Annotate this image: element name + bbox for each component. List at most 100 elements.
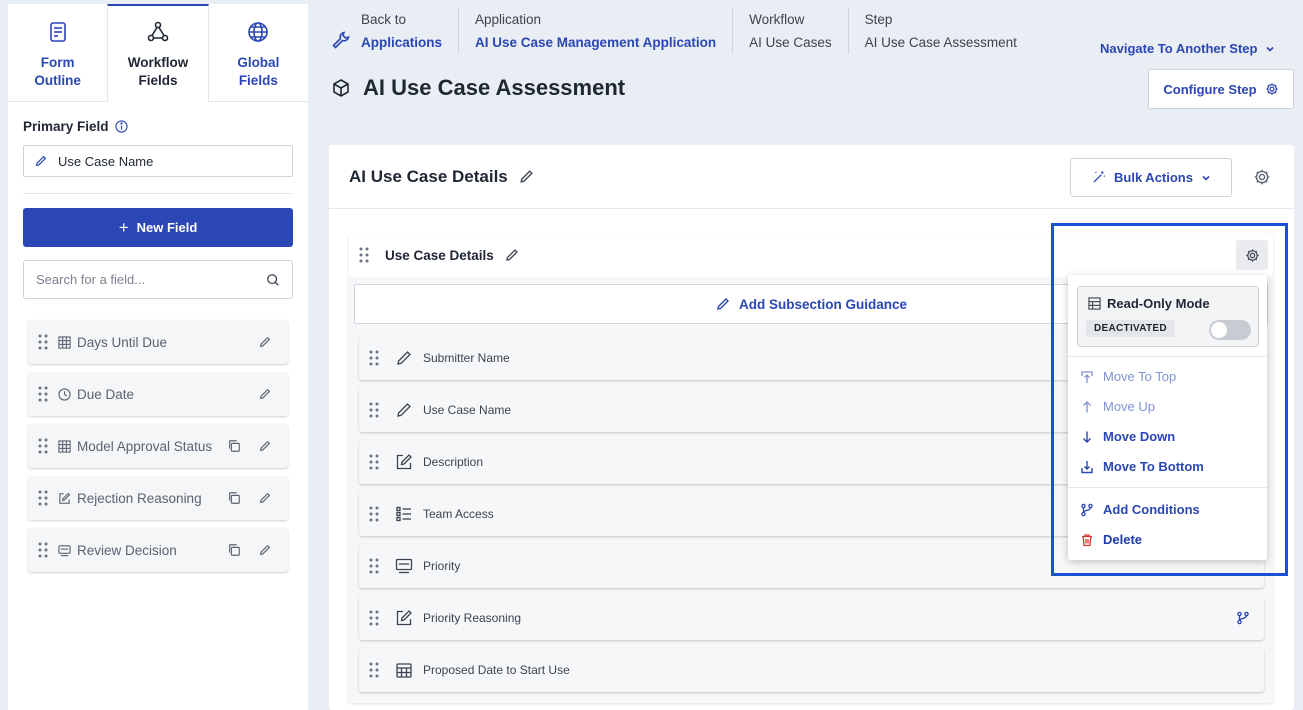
row-label: Submitter Name — [423, 351, 510, 365]
workflow-icon — [147, 21, 169, 42]
subsection-title: Use Case Details — [385, 247, 494, 263]
breadcrumb-applications[interactable]: Back to Applications — [331, 8, 460, 54]
pencil-icon[interactable] — [504, 247, 520, 263]
tab-global-fields[interactable]: Global Fields — [209, 4, 308, 101]
drag-handle-icon[interactable] — [369, 609, 379, 627]
branch-icon — [1081, 503, 1093, 516]
move-to-top-label: Move To Top — [1103, 369, 1177, 384]
new-field-button[interactable]: + New Field — [23, 208, 293, 247]
edit-icon[interactable] — [258, 491, 272, 505]
copy-icon[interactable] — [227, 439, 241, 453]
delete-item[interactable]: Delete — [1080, 532, 1142, 547]
field-label: Rejection Reasoning — [77, 490, 202, 506]
move-to-top-item[interactable]: Move To Top — [1080, 369, 1176, 384]
breadcrumb: Back to Applications Application AI Use … — [331, 8, 1049, 54]
drag-handle-icon[interactable] — [359, 246, 369, 264]
clock-icon — [58, 387, 71, 401]
drag-handle-icon[interactable] — [369, 661, 379, 679]
wrench-icon — [332, 31, 350, 49]
menu-divider — [1068, 487, 1267, 488]
edit-icon[interactable] — [258, 543, 272, 557]
copy-icon[interactable] — [227, 543, 241, 557]
menu-divider — [1068, 356, 1267, 357]
drag-handle-icon[interactable] — [369, 557, 379, 575]
field-label: Review Decision — [77, 542, 177, 558]
drag-handle-icon[interactable] — [369, 349, 379, 367]
document-icon — [49, 22, 66, 42]
trash-icon — [1082, 533, 1092, 546]
list-icon — [396, 506, 411, 522]
read-only-toggle[interactable] — [1209, 320, 1251, 340]
list-item[interactable]: Review Decision — [28, 528, 288, 572]
move-down-item[interactable]: Move Down — [1080, 429, 1175, 444]
edit-icon[interactable] — [258, 387, 272, 401]
primary-field-value: Use Case Name — [58, 153, 154, 169]
edit-icon[interactable] — [258, 335, 272, 349]
drag-handle-icon[interactable] — [369, 505, 379, 523]
bulk-actions-button[interactable]: Bulk Actions — [1070, 158, 1232, 197]
breadcrumb-workflow: Workflow AI Use Cases — [749, 8, 849, 54]
primary-field-label: Primary Field — [23, 119, 109, 134]
breadcrumb-link[interactable]: AI Use Case Management Application — [475, 31, 716, 54]
guidance-label: Add Subsection Guidance — [738, 296, 908, 312]
edit-box-icon — [396, 610, 412, 626]
sidebar-tabs: Form Outline Workflow Fields Global Fiel… — [8, 4, 308, 102]
list-item[interactable]: Rejection Reasoning — [28, 476, 288, 520]
breadcrumb-link[interactable]: Applications — [361, 31, 442, 54]
drag-handle-icon[interactable] — [38, 541, 48, 559]
tab-workflow-fields[interactable]: Workflow Fields — [107, 4, 209, 102]
navigate-step-dropdown[interactable]: Navigate To Another Step — [1100, 41, 1275, 56]
branch-icon[interactable] — [1236, 611, 1250, 625]
magic-wand-icon — [1093, 171, 1106, 183]
list-item[interactable]: Due Date — [28, 372, 288, 416]
info-icon[interactable] — [114, 120, 128, 133]
list-item[interactable]: Days Until Due — [28, 320, 288, 364]
move-to-bottom-icon — [1081, 460, 1093, 473]
edit-icon[interactable] — [258, 439, 272, 453]
status-badge: DEACTIVATED — [1086, 320, 1175, 337]
drag-handle-icon[interactable] — [38, 385, 48, 403]
tab-form-outline[interactable]: Form Outline — [8, 4, 107, 101]
breadcrumb-label: Step — [864, 12, 893, 27]
field-label: Due Date — [77, 386, 135, 402]
toggle-knob — [1211, 322, 1227, 338]
pencil-icon[interactable] — [518, 168, 535, 185]
drag-handle-icon[interactable] — [369, 401, 379, 419]
chevron-down-icon — [1202, 175, 1210, 181]
move-to-bottom-item[interactable]: Move To Bottom — [1080, 459, 1204, 474]
row-label: Team Access — [423, 507, 494, 521]
drag-handle-icon[interactable] — [38, 489, 48, 507]
primary-field-input[interactable]: Use Case Name — [23, 145, 293, 177]
breadcrumb-value: AI Use Case Assessment — [864, 35, 1017, 50]
breadcrumb-step: Step AI Use Case Assessment — [865, 8, 1033, 54]
sidebar-divider — [23, 193, 293, 194]
field-search-input[interactable]: Search for a field... — [23, 260, 293, 299]
copy-icon[interactable] — [227, 491, 241, 505]
tab-label-line2: Outline — [34, 73, 81, 88]
configure-step-button[interactable]: Configure Step — [1148, 69, 1294, 109]
pencil-icon — [35, 155, 47, 167]
drag-handle-icon[interactable] — [38, 333, 48, 351]
pencil-icon — [717, 298, 729, 310]
drag-handle-icon[interactable] — [38, 437, 48, 455]
list-item[interactable]: Model Approval Status — [28, 424, 288, 468]
table-icon — [58, 335, 71, 349]
field-label: Model Approval Status — [77, 438, 213, 454]
configure-step-label: Configure Step — [1163, 81, 1257, 97]
move-up-label: Move Up — [1103, 399, 1156, 414]
move-down-label: Move Down — [1103, 429, 1176, 444]
gear-icon — [1265, 83, 1278, 95]
field-label: Days Until Due — [77, 334, 168, 350]
subsection-settings-menu: Read-Only Mode DEACTIVATED Move To Top M… — [1068, 275, 1267, 560]
move-up-item[interactable]: Move Up — [1080, 399, 1155, 414]
breadcrumb-value: AI Use Cases — [749, 35, 832, 50]
pencil-icon — [397, 351, 411, 365]
table-icon — [58, 439, 71, 453]
table-row[interactable]: Priority Reasoning — [359, 596, 1264, 640]
table-row[interactable]: Proposed Date to Start Use — [359, 648, 1264, 692]
gear-icon[interactable] — [1253, 168, 1271, 186]
drag-handle-icon[interactable] — [369, 453, 379, 471]
page-title-text: AI Use Case Assessment — [363, 75, 626, 100]
add-conditions-item[interactable]: Add Conditions — [1080, 502, 1200, 517]
plus-icon: + — [118, 217, 129, 237]
